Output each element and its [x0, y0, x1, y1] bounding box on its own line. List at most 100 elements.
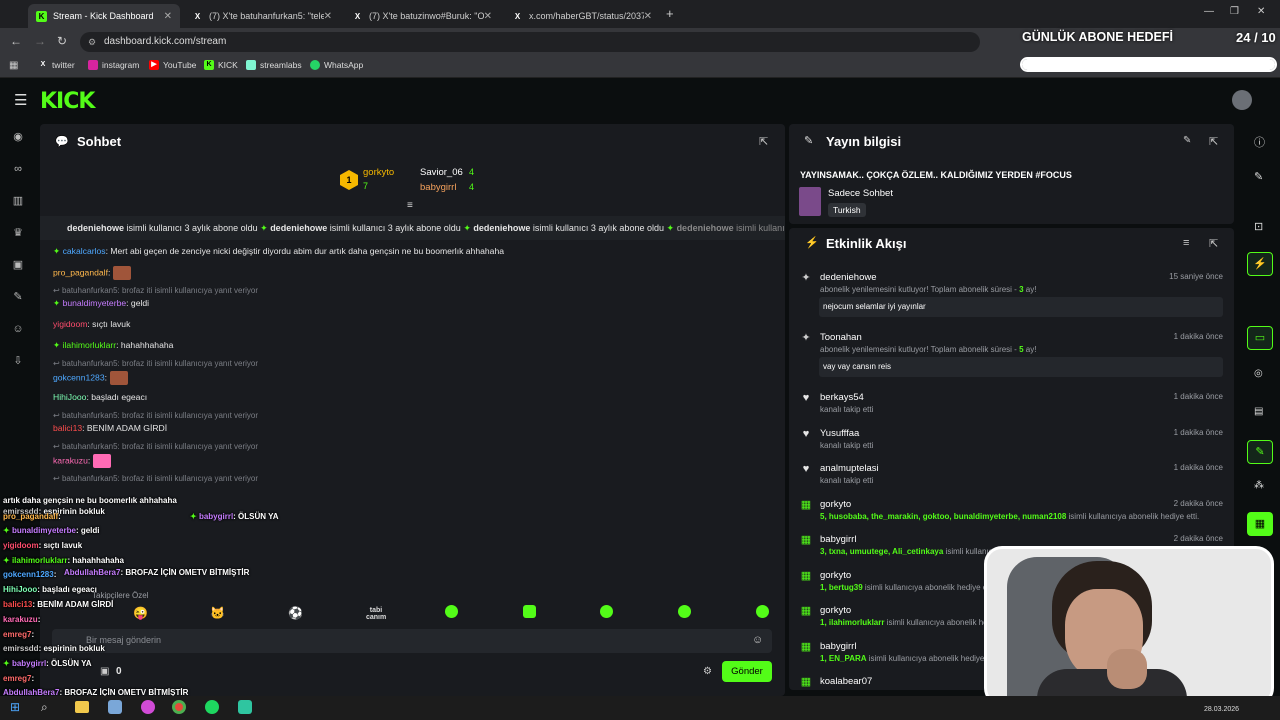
wrench-icon[interactable]: ✎ [1247, 440, 1273, 464]
app-icon[interactable] [141, 700, 155, 714]
browser-tab-x1[interactable]: X (7) X'te batuhanfurkan5: "telefo ✕ [184, 4, 340, 28]
taskbar: ⊞ ⌕ 28.03.2026 [0, 696, 1280, 720]
star-icon: ✦ [801, 272, 811, 284]
category-name[interactable]: Sadece Sohbet [828, 188, 893, 199]
gift-icon: ▦ [800, 499, 812, 511]
media-icon[interactable]: ▣ [11, 258, 25, 272]
forward-icon[interactable]: → [34, 34, 46, 48]
close-icon[interactable]: ✕ [644, 11, 652, 22]
browser-tab-x2[interactable]: X (7) X'te batuzinwo#Buruk: "Oğlu ✕ [344, 4, 500, 28]
send-button[interactable]: Gönder [722, 661, 772, 682]
back-icon[interactable]: ← [10, 34, 22, 48]
streamlabs-icon [246, 60, 256, 70]
window-close-button[interactable]: ✕ [1257, 6, 1265, 17]
chat-title: Sohbet [77, 134, 122, 149]
emote-tabi-canim[interactable]: tabi canım [366, 607, 386, 621]
whatsapp-icon [310, 60, 320, 70]
collapse-icon[interactable]: ≡ [407, 200, 413, 211]
apps-icon[interactable]: ⁂ [1254, 480, 1264, 491]
emoji-icon[interactable]: ☺ [752, 634, 763, 646]
file-explorer-icon[interactable] [75, 701, 89, 713]
focus-icon[interactable]: ⊡ [1254, 220, 1263, 233]
avatar[interactable] [1232, 90, 1252, 110]
emote-image[interactable] [523, 605, 536, 618]
bookmark-streamlabs[interactable]: streamlabs [246, 60, 302, 70]
emote-image[interactable] [756, 605, 769, 618]
browser-tab-kick[interactable]: K Stream - Kick Dashboard ✕ [28, 4, 180, 28]
popout-icon[interactable]: ⇱ [1209, 135, 1218, 148]
close-icon[interactable]: ✕ [324, 11, 332, 22]
link-icon[interactable]: ∞ [11, 162, 25, 176]
gift-icon: ▦ [800, 605, 812, 617]
overlay-message: ✦ babygirrl: ÖLSÜN YA [3, 659, 92, 668]
sparkle-icon: ✦ [666, 223, 675, 233]
info-icon[interactable]: ⓘ [1254, 134, 1265, 150]
kick-icon: K [204, 60, 214, 70]
chat-icon[interactable]: ▭ [1247, 326, 1273, 350]
overlay-message: yigidoom: sıçtı lavuk [3, 541, 83, 550]
streamer-hand [1107, 649, 1147, 689]
bookmark-instagram[interactable]: instagram [88, 60, 139, 70]
live-icon[interactable]: ◉ [11, 130, 25, 144]
filter-icon[interactable]: ≡ [1183, 237, 1189, 249]
popout-icon[interactable]: ⇱ [759, 135, 768, 148]
edit-icon[interactable]: ✎ [1254, 170, 1263, 183]
site-info-icon[interactable]: ⚙ [88, 32, 96, 52]
emote-image[interactable] [600, 605, 613, 618]
lightning-icon[interactable]: ⚡ [1247, 252, 1273, 276]
trophy-icon[interactable]: ♛ [11, 226, 25, 240]
menu-icon[interactable]: ☰ [14, 91, 27, 109]
minimize-button[interactable]: — [1204, 6, 1214, 17]
sub-badge-icon: ✦ [3, 556, 12, 565]
leader-name[interactable]: gorkyto [363, 167, 394, 178]
bookmark-kick[interactable]: K KICK [204, 60, 238, 70]
url-input[interactable]: ⚙ dashboard.kick.com/stream [80, 32, 980, 52]
bookmark-whatsapp[interactable]: WhatsApp [310, 60, 363, 70]
browser-tab-x3[interactable]: X x.com/haberGBT/status/203785 ✕ [504, 4, 660, 28]
popout-icon[interactable]: ⇱ [1209, 237, 1218, 250]
maximize-button[interactable]: ❐ [1230, 6, 1239, 17]
sub-badge-icon: ✦ [53, 340, 63, 350]
close-icon[interactable]: ✕ [484, 11, 492, 22]
emote-image[interactable] [678, 605, 691, 618]
stream-title: YAYINSAMAK.. ÇOKÇA ÖZLEM.. KALDIĞIMIZ YE… [800, 170, 1072, 180]
overlay-message: ✦ babygirrl: ÖLSÜN YA [190, 512, 279, 521]
app-icon[interactable] [238, 700, 252, 714]
kick-logo[interactable]: KICK [40, 89, 95, 114]
close-icon[interactable]: ✕ [164, 11, 172, 22]
chat-message: yigidoom: sıçtı lavuk [53, 319, 131, 329]
chat-message: balici13: BENİM ADAM GİRDİ [53, 423, 168, 433]
bookmark-youtube[interactable]: ▶ YouTube [149, 60, 196, 70]
broadcast-icon[interactable]: ◎ [1254, 368, 1263, 379]
leader-name[interactable]: babygirrl [420, 182, 456, 193]
search-icon[interactable]: ⌕ [41, 700, 48, 715]
star-icon: ✦ [801, 332, 811, 344]
chrome-icon[interactable] [172, 700, 186, 714]
overlay-message: AbdullahBera7: BROFAZ İÇİN OMETV BİTMİŞT… [64, 568, 250, 577]
overlay-message: ✦ ilahimorluklarr: hahahhahaha [3, 556, 124, 565]
sub-goal-progress-fill [1022, 59, 1275, 70]
download-icon[interactable]: ⇩ [11, 354, 25, 368]
analytics-icon[interactable]: ▥ [11, 194, 25, 208]
sub-goal-title: GÜNLÜK ABONE HEDEFİ [1022, 30, 1173, 44]
clapper-icon[interactable]: ▦ [1247, 512, 1273, 536]
spotify-icon[interactable] [205, 700, 219, 714]
printer-icon[interactable]: ▤ [1254, 406, 1263, 417]
webcam-overlay [984, 546, 1274, 706]
new-tab-button[interactable]: + [666, 6, 674, 21]
stream-info-panel: ✎ Yayın bilgisi ✎ ⇱ YAYINSAMAK.. ÇOKÇA Ö… [789, 124, 1234, 224]
x-icon: X [354, 11, 361, 21]
emote-image[interactable] [445, 605, 458, 618]
community-icon[interactable]: ☺ [11, 322, 25, 336]
stream-info-title: Yayın bilgisi [826, 134, 902, 149]
windows-start-icon[interactable]: ⊞ [10, 700, 20, 714]
settings-icon[interactable]: ⚙ [703, 666, 712, 677]
leader-name[interactable]: Savior_06 [420, 167, 463, 178]
app-icon[interactable] [108, 700, 122, 714]
bookmark-twitter[interactable]: Xtwitter [38, 60, 75, 70]
apps-icon[interactable]: ▦ [9, 60, 18, 71]
lightning-icon: ⚡ [805, 237, 819, 249]
edit-icon[interactable]: ✎ [1183, 135, 1191, 146]
reload-icon[interactable]: ↻ [57, 34, 67, 48]
wrench-icon[interactable]: ✎ [11, 290, 25, 304]
